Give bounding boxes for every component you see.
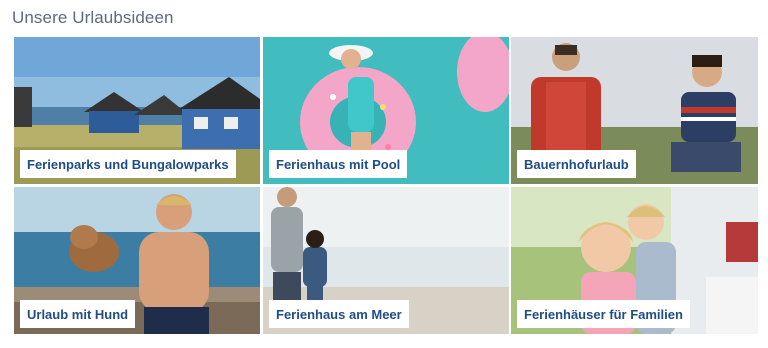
- tile-label: Urlaub mit Hund: [20, 300, 136, 328]
- tile-ferienhaus-mit-pool[interactable]: Ferienhaus mit Pool: [263, 37, 509, 184]
- tile-label: Bauernhofurlaub: [517, 150, 636, 178]
- tile-ferienhaus-am-meer[interactable]: Ferienhaus am Meer: [263, 187, 509, 334]
- tile-urlaub-mit-hund[interactable]: Urlaub mit Hund: [14, 187, 260, 334]
- tile-label: Ferienhaus am Meer: [269, 300, 409, 328]
- section-title: Unsere Urlaubsideen: [12, 8, 174, 27]
- tile-label: Ferienhäuser für Familien: [517, 300, 690, 328]
- tile-bauernhofurlaub[interactable]: Bauernhofurlaub: [511, 37, 758, 184]
- tile-ferienhaeuser-fuer-familien[interactable]: Ferienhäuser für Familien: [511, 187, 758, 334]
- tile-ferienparks[interactable]: Ferienparks und Bungalowparks: [14, 37, 260, 184]
- tile-label: Ferienhaus mit Pool: [269, 150, 408, 178]
- vacation-ideas-grid: Ferienparks und Bungalowparks Ferienhaus…: [14, 37, 758, 334]
- tile-label: Ferienparks und Bungalowparks: [20, 150, 236, 178]
